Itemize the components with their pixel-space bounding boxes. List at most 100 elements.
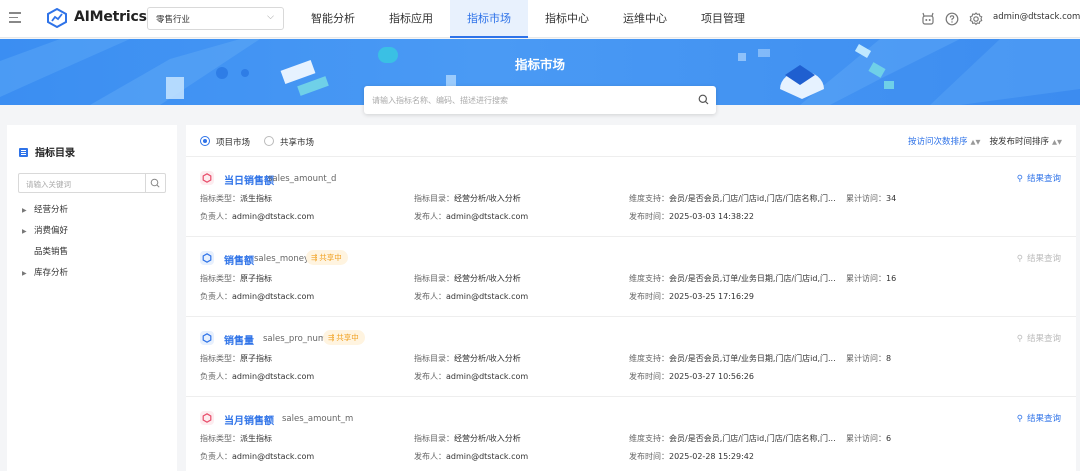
market-tabs: 项目市场 共享市场: [200, 136, 314, 148]
metric-field-time: 发布时间：2025-02-28 15:29:42: [629, 451, 754, 462]
metric-name[interactable]: 当月销售额: [224, 412, 274, 427]
field-value: 2025-03-25 17:16:29: [669, 292, 754, 301]
result-query-button[interactable]: ⚲ 结果查询: [1017, 172, 1061, 184]
market-tab-0[interactable]: 项目市场: [200, 136, 250, 148]
market-tab-label: 共享市场: [280, 138, 315, 148]
catalog-node[interactable]: ▶ 消费偏好: [22, 221, 68, 242]
industry-select[interactable]: 零售行业 ⌵: [147, 7, 284, 30]
metric-code: sales_money: [254, 254, 310, 264]
metric-field-time: 发布时间：2025-03-03 14:38:22: [629, 211, 754, 222]
share-icon: ⇶: [328, 333, 335, 342]
field-label: 维度支持：: [629, 194, 669, 203]
field-value: 2025-03-03 14:38:22: [669, 212, 754, 221]
nav-tab-5[interactable]: 项目管理: [684, 0, 762, 38]
field-value: 6: [886, 434, 892, 443]
metric-card[interactable]: 销售量 sales_pro_num ⇶ 共享中 ⚲ 结果查询 指标类型：原子指标 指标目录：经…: [186, 316, 1076, 395]
metric-field-catalog: 指标目录：经营分析/收入分析: [414, 193, 521, 204]
sort-arrows-icon: ▲▼: [1052, 138, 1062, 146]
market-tab-1[interactable]: 共享市场: [264, 136, 314, 148]
search-icon: ⚲: [1016, 414, 1023, 424]
result-query-button[interactable]: ⚲ 结果查询: [1017, 332, 1061, 344]
field-value: admin@dtstack.com: [446, 372, 529, 381]
robot-icon[interactable]: [920, 11, 936, 27]
field-label: 负责人：: [200, 372, 232, 381]
metric-field-publisher: 发布人：admin@dtstack.com: [414, 291, 528, 302]
metric-field-time: 发布时间：2025-03-27 10:56:26: [629, 371, 754, 382]
metric-name[interactable]: 销售量: [224, 332, 254, 347]
sort-by-visits-button[interactable]: 按访问次数排序 ▲▼: [908, 135, 981, 147]
catalog-search-placeholder: 请输入关键词: [26, 180, 71, 189]
catalog-node-label: 库存分析: [34, 268, 69, 278]
metric-field-type: 指标类型：派生指标: [200, 433, 272, 444]
field-label: 指标类型：: [200, 434, 240, 443]
metric-card[interactable]: 当月销售额 sales_amount_m ⚲ 结果查询 指标类型：派生指标 指标目录：经营…: [186, 396, 1076, 471]
help-icon[interactable]: [944, 11, 960, 27]
nav-tab-2[interactable]: 指标市场: [450, 0, 528, 38]
catalog-node[interactable]: 品类销售: [22, 242, 68, 263]
catalog-tree: ▶ 经营分析 ▶ 消费偏好 品类销售 ▶ 库存分析: [22, 200, 68, 284]
catalog-search-input[interactable]: 请输入关键词: [18, 173, 166, 193]
nav-tab-4[interactable]: 运维中心: [606, 0, 684, 38]
user-account[interactable]: admin@dtstack.com: [993, 12, 1080, 22]
result-query-button[interactable]: ⚲ 结果查询: [1017, 252, 1061, 264]
field-value: 经营分析/收入分析: [454, 354, 521, 363]
metric-name[interactable]: 销售额: [224, 252, 254, 267]
catalog-node-label: 经营分析: [34, 205, 69, 215]
field-label: 发布人：: [414, 452, 446, 461]
metric-name[interactable]: 当日销售额: [224, 172, 274, 187]
catalog-node[interactable]: ▶ 经营分析: [22, 200, 68, 221]
caret-right-icon: ▶: [22, 207, 27, 214]
field-value: 2025-02-28 15:29:42: [669, 452, 754, 461]
menu-toggle-icon[interactable]: [9, 12, 21, 24]
field-label: 发布人：: [414, 212, 446, 221]
field-value: admin@dtstack.com: [232, 452, 315, 461]
catalog-node[interactable]: ▶ 库存分析: [22, 263, 68, 284]
settings-icon[interactable]: [968, 11, 984, 27]
metric-field-type: 指标类型：原子指标: [200, 353, 272, 364]
field-label: 维度支持：: [629, 434, 669, 443]
derived-metric-icon: [200, 411, 214, 425]
metric-field-publisher: 发布人：admin@dtstack.com: [414, 211, 528, 222]
metric-card[interactable]: 销售额 sales_money ⇶ 共享中 ⚲ 结果查询 指标类型：原子指标 指标目录：经营分…: [186, 236, 1076, 315]
brand-name: AIMetrics: [74, 9, 147, 25]
result-query-button[interactable]: ⚲ 结果查询: [1017, 412, 1061, 424]
market-search-box[interactable]: 请输入指标名称、编码、描述进行搜索: [364, 86, 716, 114]
sort-controls: 按访问次数排序 ▲▼ 按发布时间排序 ▲▼: [908, 135, 1062, 147]
search-icon[interactable]: [698, 94, 709, 105]
field-label: 发布时间：: [629, 452, 669, 461]
field-label: 负责人：: [200, 212, 232, 221]
field-label: 指标类型：: [200, 354, 240, 363]
nav-tab-1[interactable]: 指标应用: [372, 0, 450, 38]
share-icon: ⇶: [311, 253, 318, 262]
radio-button[interactable]: [264, 136, 275, 146]
metric-field-catalog: 指标目录：经营分析/收入分析: [414, 353, 521, 364]
metric-field-type: 指标类型：原子指标: [200, 273, 272, 284]
field-label: 指标目录：: [414, 194, 454, 203]
field-label: 累计访问：: [846, 194, 886, 203]
metric-field-dims: 维度支持：会员/是否会员,门店/门店id,门店/门店名称,门...: [629, 193, 836, 204]
catalog-search-button[interactable]: [145, 174, 165, 192]
field-label: 指标目录：: [414, 434, 454, 443]
metric-card[interactable]: 当日销售额 sales_amount_d ⚲ 结果查询 指标类型：派生指标 指标目录：经营…: [186, 156, 1076, 235]
field-label: 发布人：: [414, 372, 446, 381]
radio-button[interactable]: [200, 136, 210, 146]
field-value: 派生指标: [240, 194, 272, 203]
metric-field-catalog: 指标目录：经营分析/收入分析: [414, 433, 521, 444]
field-label: 指标目录：: [414, 354, 454, 363]
metric-field-owner: 负责人：admin@dtstack.com: [200, 291, 314, 302]
field-value: 经营分析/收入分析: [454, 194, 521, 203]
field-label: 负责人：: [200, 452, 232, 461]
metric-field-owner: 负责人：admin@dtstack.com: [200, 451, 314, 462]
metric-field-dims: 维度支持：会员/是否会员,门店/门店id,门店/门店名称,门...: [629, 433, 836, 444]
field-value: admin@dtstack.com: [232, 212, 315, 221]
nav-tab-0[interactable]: 智能分析: [294, 0, 372, 38]
nav-tab-3[interactable]: 指标中心: [528, 0, 606, 38]
sort-by-time-button[interactable]: 按发布时间排序 ▲▼: [989, 135, 1062, 147]
metric-field-publisher: 发布人：admin@dtstack.com: [414, 451, 528, 462]
search-icon: [150, 178, 160, 188]
metric-list-panel: 项目市场 共享市场 按访问次数排序 ▲▼ 按发布时间排序 ▲▼ 当日销售额 sales_…: [186, 125, 1076, 471]
chevron-down-icon: ⌵: [267, 12, 274, 22]
metric-field-publisher: 发布人：admin@dtstack.com: [414, 371, 528, 382]
result-query-label: 结果查询: [1026, 174, 1061, 184]
field-label: 发布时间：: [629, 212, 669, 221]
